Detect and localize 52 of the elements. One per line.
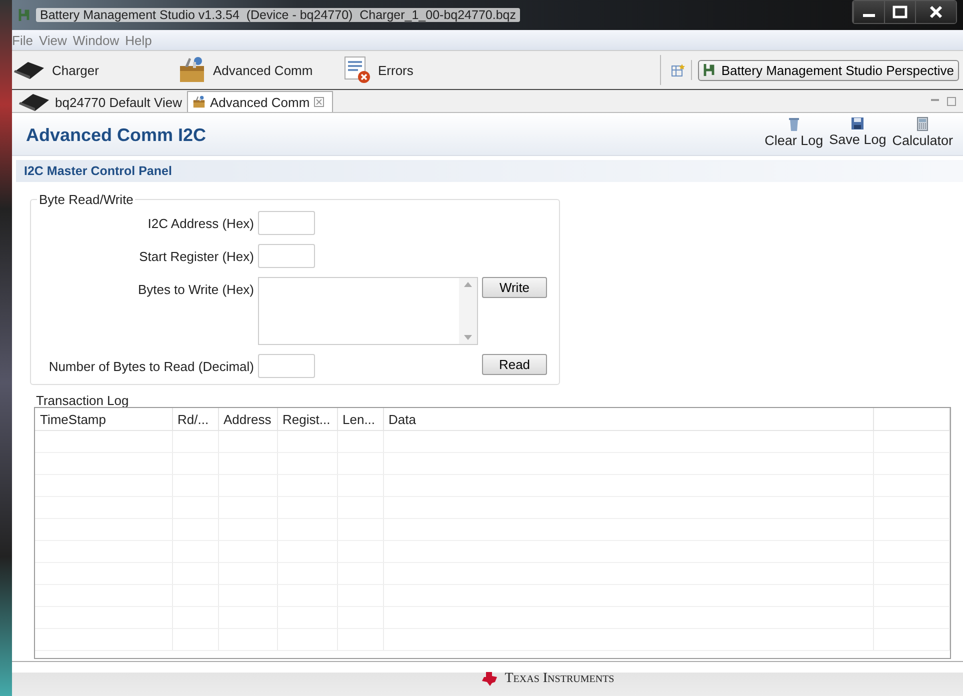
- action-button[interactable]: Read: [482, 354, 547, 375]
- trash-icon: [788, 117, 800, 131]
- toolbar-button[interactable]: Save Log: [829, 117, 886, 148]
- calculator-icon: [917, 117, 928, 131]
- window-title: Battery Management Studio v1.3.54 (Device - bq24770) Charger_1_00-bq24770.bqz: [36, 8, 520, 22]
- save-icon: [851, 117, 864, 130]
- open-perspective-icon[interactable]: [671, 63, 686, 77]
- toolbar-button[interactable]: Clear Log: [764, 117, 824, 148]
- section-title: I2C Master Control Panel: [16, 160, 963, 182]
- column-header[interactable]: TimeStamp: [35, 408, 172, 430]
- chip-icon: [12, 60, 46, 80]
- menu-item[interactable]: Help: [125, 32, 158, 48]
- toolbar-button[interactable]: Advanced Comm: [177, 55, 342, 85]
- close-icon[interactable]: [915, 1, 956, 23]
- field-label: Number of Bytes to Read (Decimal): [48, 359, 254, 374]
- menu-item[interactable]: File: [12, 32, 39, 48]
- input-field[interactable]: [258, 354, 315, 378]
- toolbox-icon: [192, 95, 206, 109]
- group-title: Byte Read/Write: [38, 192, 134, 207]
- text-area[interactable]: [258, 277, 478, 345]
- input-field[interactable]: [258, 244, 315, 268]
- chip-icon: [17, 92, 51, 112]
- perspective-logo-icon: [703, 63, 716, 77]
- app-logo-icon: [18, 8, 30, 22]
- scroll-down-icon[interactable]: [464, 335, 472, 340]
- menu-item[interactable]: Window: [72, 32, 126, 48]
- field-label: Start Register (Hex): [138, 249, 254, 264]
- brand-name: Texas Instruments: [504, 671, 614, 687]
- toolbar-button[interactable]: Calculator: [892, 117, 953, 148]
- input-field[interactable]: [258, 211, 315, 235]
- column-header[interactable]: Regist...: [277, 408, 337, 430]
- action-button[interactable]: Write: [482, 277, 547, 298]
- menu-item[interactable]: View: [38, 32, 73, 48]
- toolbox-icon: [177, 55, 207, 85]
- view-tab[interactable]: Advanced Comm: [186, 91, 333, 112]
- scroll-up-icon[interactable]: [464, 282, 472, 287]
- toolbar-button[interactable]: Errors: [342, 55, 507, 85]
- view-title: Advanced Comm I2C: [26, 125, 206, 146]
- minimize-icon[interactable]: [853, 1, 884, 23]
- column-header[interactable]: Rd/...: [172, 408, 218, 430]
- group-title: Transaction Log: [34, 393, 131, 408]
- toolbar-button[interactable]: Charger: [12, 55, 177, 85]
- logo-icon: [480, 671, 499, 687]
- error-list-icon: [342, 55, 372, 85]
- maximize-icon[interactable]: [884, 1, 915, 23]
- view-tab[interactable]: bq24770 Default View: [12, 91, 187, 112]
- field-label: I2C Address (Hex): [146, 216, 254, 231]
- field-label: Bytes to Write (Hex): [136, 282, 254, 297]
- column-header[interactable]: Address: [218, 408, 277, 430]
- column-header[interactable]: Data: [383, 408, 874, 430]
- column-header[interactable]: Len...: [337, 408, 383, 430]
- perspective-button[interactable]: Battery Management Studio Perspective: [698, 60, 959, 80]
